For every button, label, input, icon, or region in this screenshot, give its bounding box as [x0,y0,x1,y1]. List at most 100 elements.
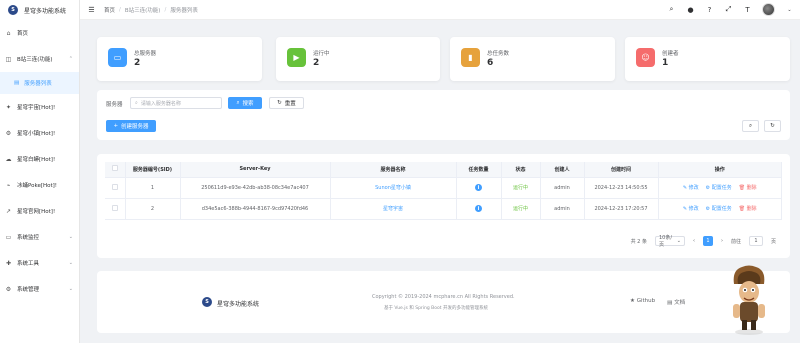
search-button[interactable]: ⌕ 搜索 [228,97,262,109]
menu-fold-icon[interactable]: ☰ [87,5,96,14]
select-all-checkbox[interactable] [105,162,126,178]
app-title: 星穹多功能系统 [24,7,67,15]
fullscreen-icon[interactable]: ⤢ [724,5,733,14]
configure-tasks-button[interactable]: ⚙ 配置任务 [706,184,732,191]
table-row: 1 250611d9-e93e-42db-ab38-08c34e7ac407 S… [105,177,782,199]
next-page-icon[interactable]: › [721,238,723,244]
avatar[interactable] [762,3,775,16]
sidebar-item-monitor[interactable]: ▭ 系统监控 ⌄ [0,224,79,250]
sidebar-item-label: 冰蛹Poke[Hot]! [17,183,58,189]
stat-label: 创建者 [662,51,679,57]
input-placeholder: 请输入服务器名称 [140,100,181,107]
cell-key: d34e5ac6-388b-4944-8167-9cd97420fd46 [180,198,331,220]
col-sid: 服务器编号(SID) [125,162,181,178]
col-key: Server-Key [180,162,331,178]
cell-name-link[interactable]: Sunon星穹小镇 [330,177,457,199]
footer: S 星穹多功能系统 Copyright © 2019-2024 mcphare.… [97,271,790,333]
sidebar-item-label: B站三连(功能) [17,57,53,63]
sidebar-item-server-list[interactable]: ▤ 服务器列表 [0,72,79,94]
goto-page-input[interactable]: 1 [748,236,763,246]
footer-github-link[interactable]: ★ Github [630,298,655,306]
breadcrumb: 首页 / B站三连(功能) / 服务器列表 [104,6,198,14]
footer-title: 星穹多功能系统 [217,301,260,308]
sidebar-item-bilibili[interactable]: ◫ B站三连(功能) ⌃ [0,46,79,72]
monitor-icon: ▭ [5,233,12,241]
delete-button[interactable]: 🗑 删除 [739,184,757,191]
cell-actions: ✎ 修改 ⚙ 配置任务 🗑 删除 [658,198,782,220]
search-icon[interactable]: ⌕ [667,5,676,14]
stat-value: 2 [134,58,141,68]
sidebar-item-label: 系统工具 [17,261,40,267]
cell-status: 运行中 [501,198,541,220]
stat-card-creators: ☺ 创建者 1 [625,37,790,81]
sidebar-item-home[interactable]: ⌂ 首页 [0,20,79,46]
cell-creator: admin [540,177,585,199]
pagination-total: 共 2 条 [630,238,647,245]
sidebar-item-poke[interactable]: ⌁ 冰蛹Poke[Hot]! [0,172,79,198]
cloud-icon: ☁ [5,155,12,163]
github-icon[interactable]: ● [686,5,695,14]
brand[interactable]: S 星穹多功能系统 [0,0,79,20]
footer-docs-link[interactable]: ▤ 文档 [667,298,685,306]
sidebar-item-admin[interactable]: ⚙ 系统管理 ⌄ [0,276,79,302]
page-suffix: 页 [770,238,776,245]
monitor-icon: ▭ [108,48,127,67]
cell-key: 250611d9-e93e-42db-ab38-08c34e7ac407 [180,177,331,199]
col-time: 创建时间 [584,162,659,178]
sidebar-item-label: 星穹小镇[Hot]! [17,131,56,137]
sidebar-item-town[interactable]: ⚙ 星穹小镇[Hot]! [0,120,79,146]
user-icon: ☺ [636,48,655,67]
plus-icon: + [113,123,119,129]
stat-label: 运行中 [313,51,330,57]
sidebar-item-website[interactable]: ↗ 星穹官网[Hot]! [0,198,79,224]
create-server-button[interactable]: + 创建服务器 [106,120,156,132]
app-logo: S [8,5,18,15]
stat-card-total-servers: ▭ 总服务器 2 [97,37,262,81]
page-number-current[interactable]: 1 [702,236,713,246]
sidebar-item-python[interactable]: ☁ 星穹白蟒[Hot]! [0,146,79,172]
refresh-icon: ↻ [770,123,775,129]
refresh-button[interactable]: ↻ [764,120,781,132]
toggle-search-button[interactable]: ⌕ [742,120,759,132]
row-checkbox[interactable] [105,177,126,199]
help-icon[interactable]: ? [705,5,714,14]
footer-logo: S [202,297,212,307]
chevron-up-icon: ⌃ [68,56,73,62]
footer-copyright: Copyright © 2019-2024 mcphare.cn All Rig… [372,294,515,300]
universe-icon: ✦ [5,103,12,111]
poke-icon: ⌁ [6,181,11,189]
breadcrumb-page: 服务器列表 [170,7,198,14]
goto-label: 前往 [730,238,741,245]
sidebar: S 星穹多功能系统 ⌂ 首页 ◫ B站三连(功能) ⌃ ▤ 服务器列表 ✦ 星穹… [0,0,80,343]
delete-button[interactable]: 🗑 删除 [739,205,757,212]
server-name-input[interactable]: ⌕ 请输入服务器名称 [130,97,222,109]
refresh-icon: ↻ [277,100,282,106]
row-checkbox[interactable] [105,198,126,220]
prev-page-icon[interactable]: ‹ [693,238,695,244]
breadcrumb-home[interactable]: 首页 [104,6,115,14]
info-icon[interactable]: i [475,184,482,191]
cell-tasks: i [456,198,502,220]
edit-button[interactable]: ✎ 修改 [683,184,699,191]
info-icon[interactable]: i [475,205,482,212]
sidebar-item-label: 星穹官网[Hot]! [17,209,56,215]
search-icon: ⌕ [748,122,753,129]
page-size-select[interactable]: 10条/页 ⌄ [654,235,685,248]
cell-name-link[interactable]: 星穹宇宙 [330,198,457,220]
reset-button[interactable]: ↻ 重置 [269,97,304,109]
chevron-down-icon: ⌄ [68,286,73,292]
edit-button[interactable]: ✎ 修改 [683,205,699,212]
cell-time: 2024-12-23 17:20:57 [584,198,659,220]
sidebar-item-tools[interactable]: ✚ 系统工具 ⌄ [0,250,79,276]
sidebar-item-label: 星穹宇宙[Hot]! [17,105,56,111]
mascot-image [733,265,765,335]
chart-icon: ▮ [461,48,480,67]
col-creator: 创建人 [540,162,585,178]
cell-status: 运行中 [501,177,541,199]
configure-tasks-button[interactable]: ⚙ 配置任务 [706,205,732,212]
bilibili-icon: ◫ [5,55,12,63]
footer-subtitle: 基于 Vue.js 和 Spring Boot 开发的多功能管理系统 [384,306,488,311]
sidebar-item-universe[interactable]: ✦ 星穹宇宙[Hot]! [0,94,79,120]
chevron-down-icon[interactable]: ⌄ [785,5,794,14]
font-size-icon[interactable]: T [743,5,752,14]
